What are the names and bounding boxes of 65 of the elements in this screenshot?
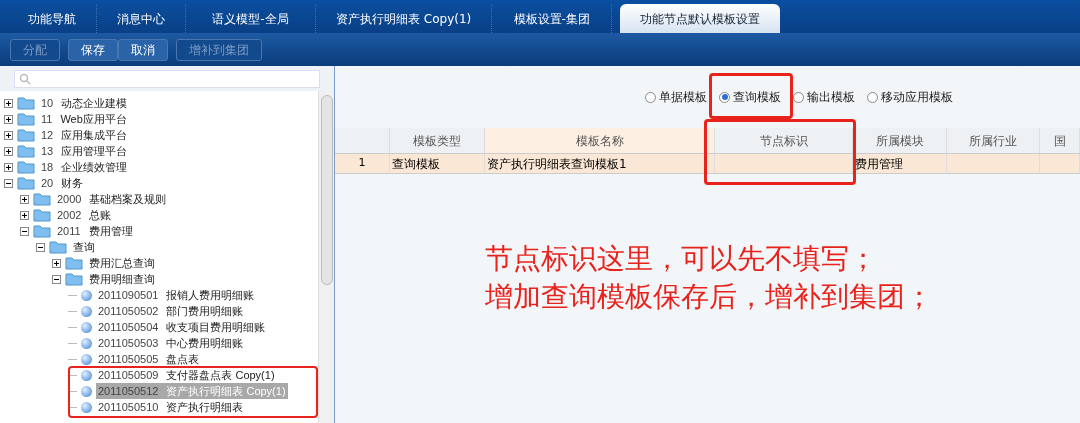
toolbar-button[interactable]: 取消 xyxy=(118,38,168,61)
folder-icon xyxy=(33,208,51,222)
folder-icon xyxy=(33,192,51,206)
tree-item[interactable]: 费用明细查询 xyxy=(87,270,157,288)
column-header[interactable]: 模板名称 xyxy=(485,128,715,153)
search-field[interactable] xyxy=(14,69,320,88)
column-header[interactable]: 所属行业 xyxy=(947,128,1040,153)
table-cell-text: 资产执行明细表查询模板1 xyxy=(487,155,627,173)
expand-icon[interactable] xyxy=(20,210,29,220)
radio-option[interactable]: 查询模板 xyxy=(719,88,781,106)
folder-icon xyxy=(65,272,83,286)
collapse-icon[interactable] xyxy=(36,242,45,252)
radio-option[interactable]: 输出模板 xyxy=(793,88,855,106)
tree-item[interactable]: 2011050509 支付器盘点表 Copy(1) xyxy=(96,366,277,384)
table-cell-text: 费用管理 xyxy=(855,155,903,173)
column-header[interactable]: 节点标识 xyxy=(715,128,853,153)
tree-item[interactable]: 2011050510 资产执行明细表 xyxy=(96,398,246,416)
radio-option[interactable]: 移动应用模板 xyxy=(867,88,953,106)
tree-item[interactable]: 2002 总账 xyxy=(55,206,114,224)
tree-item[interactable]: 11 Web应用平台 xyxy=(39,110,129,128)
tree-item[interactable]: 2011090501 报销人费用明细账 xyxy=(96,286,257,304)
folder-icon xyxy=(17,128,35,142)
toolbar-button[interactable]: 保存 xyxy=(68,38,118,61)
search-icon xyxy=(19,72,31,85)
tree-item[interactable]: 查询 xyxy=(71,238,97,256)
collapse-icon[interactable] xyxy=(20,226,29,236)
expand-icon[interactable] xyxy=(4,162,13,172)
folder-icon xyxy=(33,224,51,238)
folder-icon xyxy=(65,256,83,270)
tree-item[interactable]: 13 应用管理平台 xyxy=(39,142,130,160)
annotation-text: 节点标识这里，可以先不填写； xyxy=(485,242,878,276)
folder-icon xyxy=(17,144,35,158)
expand-icon[interactable] xyxy=(20,194,29,204)
annotation-text: 增加查询模板保存后，增补到集团； xyxy=(485,280,934,314)
column-header[interactable]: 国 xyxy=(1040,128,1080,153)
folder-icon xyxy=(17,96,35,110)
tree-item[interactable]: 12 应用集成平台 xyxy=(39,126,130,144)
collapse-icon[interactable] xyxy=(4,178,13,188)
tree-item[interactable]: 10 动态企业建模 xyxy=(39,94,130,112)
row-number: 1 xyxy=(335,154,390,173)
expand-icon[interactable] xyxy=(4,114,13,124)
tree-item[interactable]: 2000 基础档案及规则 xyxy=(55,190,169,208)
tree-item[interactable]: 2011050512 资产执行明细表 Copy(1) xyxy=(96,382,288,400)
tree-item[interactable]: 2011050504 收支项目费用明细账 xyxy=(96,318,268,336)
folder-icon xyxy=(49,240,67,254)
expand-icon[interactable] xyxy=(4,146,13,156)
expand-icon[interactable] xyxy=(52,258,61,268)
table-cell-text: 查询模板 xyxy=(392,155,440,173)
tree-item[interactable]: 18 企业绩效管理 xyxy=(39,158,130,176)
tab[interactable]: 功能节点默认模板设置 xyxy=(620,4,781,33)
folder-icon xyxy=(17,176,35,190)
expand-icon[interactable] xyxy=(4,98,13,108)
tree-item[interactable]: 费用汇总查询 xyxy=(87,254,157,272)
tree-item[interactable]: 2011050505 盘点表 xyxy=(96,350,202,368)
folder-icon xyxy=(17,112,35,126)
tree-item[interactable]: 20 财务 xyxy=(39,174,86,192)
column-header[interactable]: 所属模块 xyxy=(853,128,947,153)
radio-option[interactable]: 单据模板 xyxy=(645,88,707,106)
expand-icon[interactable] xyxy=(4,130,13,140)
tree-item[interactable]: 2011050502 部门费用明细账 xyxy=(96,302,246,320)
tree-item[interactable]: 2011050503 中心费用明细账 xyxy=(96,334,246,352)
tree-item[interactable]: 2011 费用管理 xyxy=(55,222,135,240)
scrollbar[interactable] xyxy=(318,91,334,423)
collapse-icon[interactable] xyxy=(52,274,61,284)
folder-icon xyxy=(17,160,35,174)
